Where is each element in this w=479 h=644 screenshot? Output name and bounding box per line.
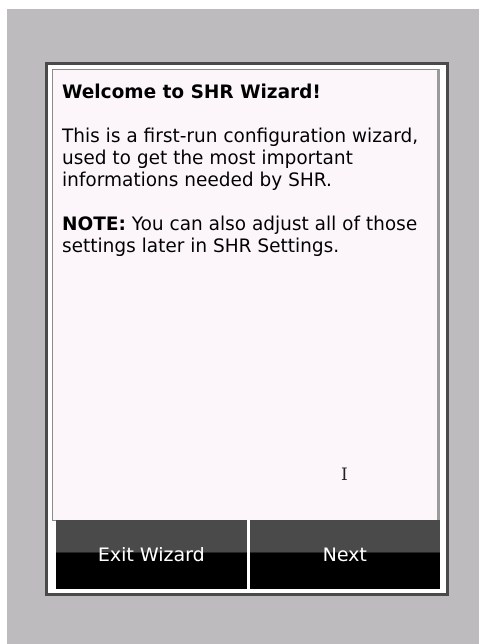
- next-button[interactable]: Next: [246, 520, 440, 589]
- exit-wizard-button[interactable]: Exit Wizard: [56, 520, 247, 589]
- wizard-button-bar: Exit Wizard Next: [56, 520, 440, 589]
- text-cursor-icon: I: [341, 465, 348, 485]
- wizard-text: Welcome to SHR Wizard! This is a first-r…: [62, 82, 434, 280]
- note-label: NOTE:: [62, 214, 126, 235]
- wizard-note: NOTE: You can also adjust all of those s…: [62, 214, 434, 258]
- wizard-title: Welcome to SHR Wizard!: [62, 82, 321, 103]
- wizard-dialog: Welcome to SHR Wizard! This is a first-r…: [45, 62, 449, 596]
- wizard-intro-text: This is a first-run configuration wizard…: [62, 126, 419, 191]
- wizard-content-area[interactable]: Welcome to SHR Wizard! This is a first-r…: [52, 69, 440, 521]
- wizard-dialog-body: Welcome to SHR Wizard! This is a first-r…: [48, 65, 446, 593]
